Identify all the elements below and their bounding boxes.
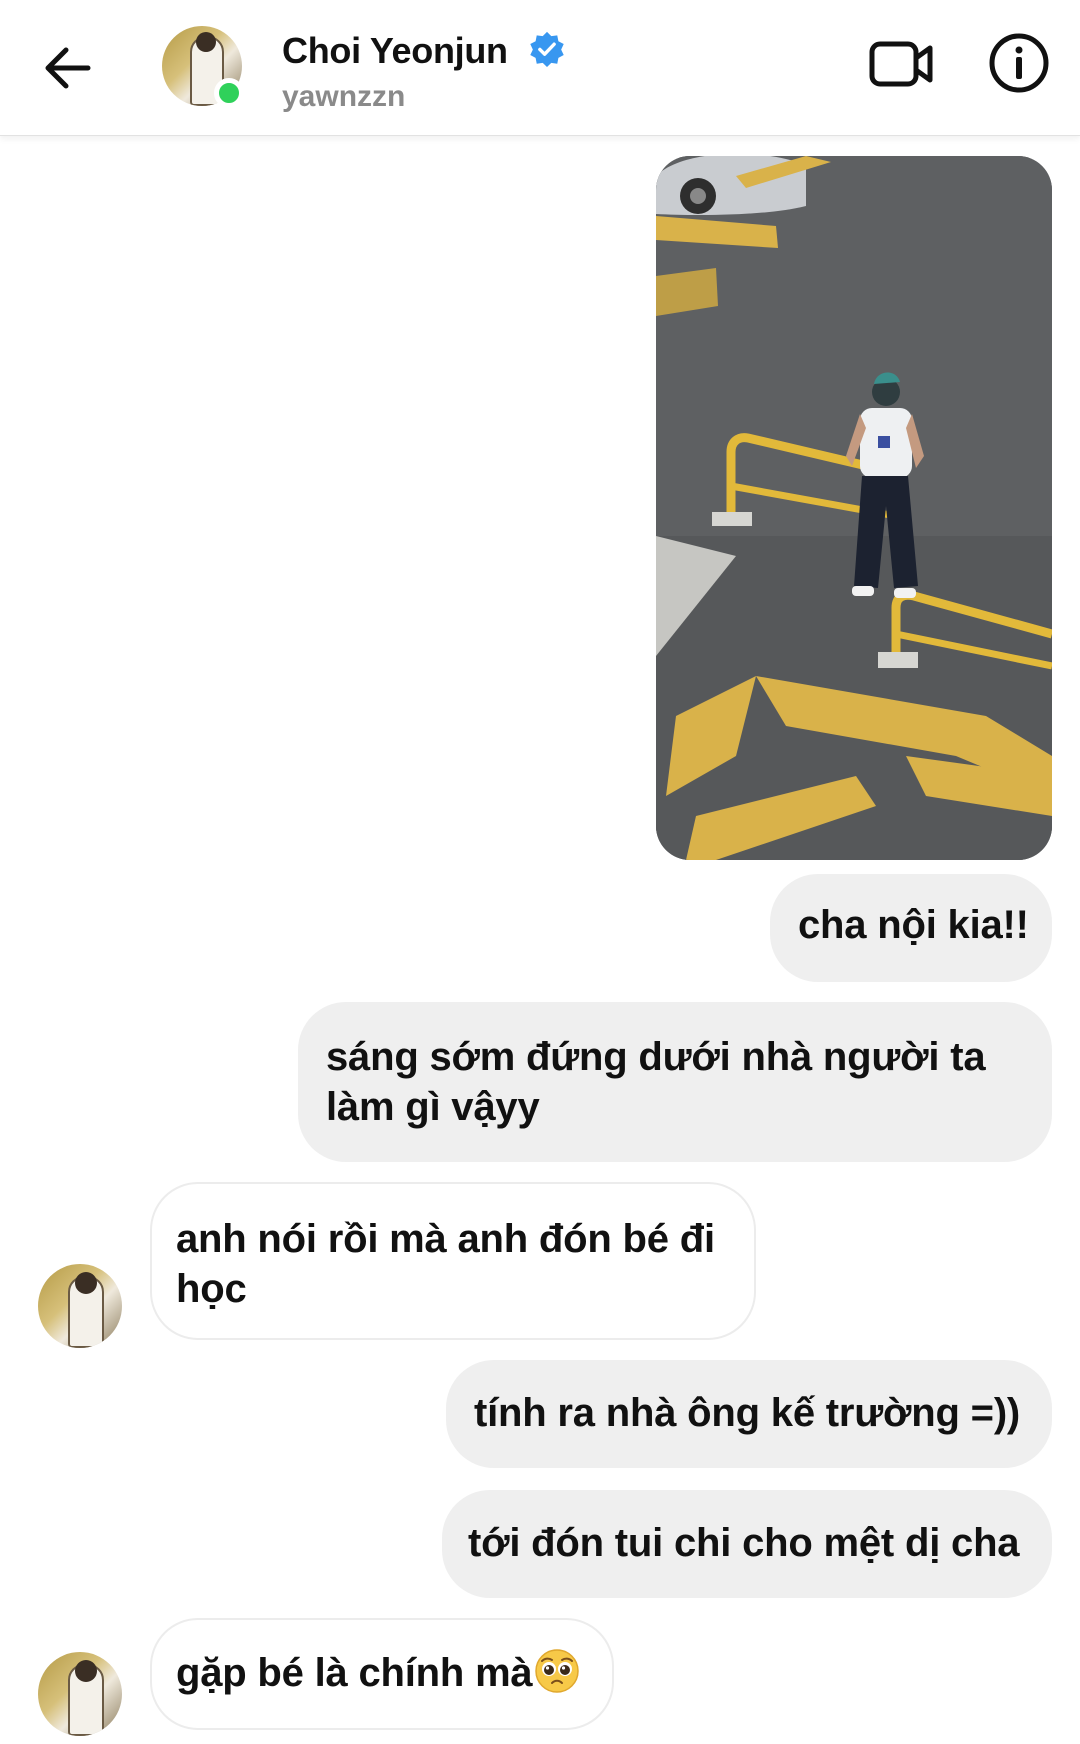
sender-avatar[interactable]	[38, 1264, 122, 1348]
photo-image	[656, 156, 1052, 860]
contact-username: yawnzzn	[282, 80, 406, 113]
message-text: cha nội kia!!	[798, 903, 1029, 947]
online-status-dot	[214, 78, 244, 108]
video-call-icon[interactable]	[868, 36, 934, 92]
contact-avatar[interactable]	[162, 26, 246, 110]
incoming-message-bubble[interactable]: anh nói rồi mà anh đón bé đi học	[150, 1182, 756, 1340]
verified-badge-icon	[530, 31, 564, 68]
outgoing-message-bubble[interactable]: tính ra nhà ông kế trường =))	[446, 1360, 1052, 1468]
info-icon[interactable]	[988, 32, 1050, 94]
message-text: tới đón tui chi cho mệt dị cha	[468, 1521, 1020, 1565]
sender-avatar[interactable]	[38, 1652, 122, 1736]
message-text: anh nói rồi mà anh đón bé đi học	[176, 1217, 715, 1311]
message-text: sáng sớm đứng dưới nhà người ta làm gì v…	[326, 1035, 986, 1129]
message-text: tính ra nhà ông kế trường =))	[474, 1391, 1021, 1435]
outgoing-message-bubble[interactable]: sáng sớm đứng dưới nhà người ta làm gì v…	[298, 1002, 1052, 1162]
outgoing-message-bubble[interactable]: cha nội kia!!	[770, 874, 1052, 982]
incoming-message-bubble[interactable]: gặp bé là chính mà	[150, 1618, 614, 1730]
outgoing-message-bubble[interactable]: tới đón tui chi cho mệt dị cha	[442, 1490, 1052, 1598]
message-text: gặp bé là chính mà	[176, 1651, 533, 1695]
chat-header: Choi Yeonjun yawnzzn	[0, 0, 1080, 136]
back-arrow-icon[interactable]	[36, 36, 100, 100]
pleading-face-emoji	[535, 1649, 580, 1693]
shared-photo[interactable]	[656, 156, 1052, 860]
contact-name[interactable]: Choi Yeonjun	[282, 30, 508, 72]
